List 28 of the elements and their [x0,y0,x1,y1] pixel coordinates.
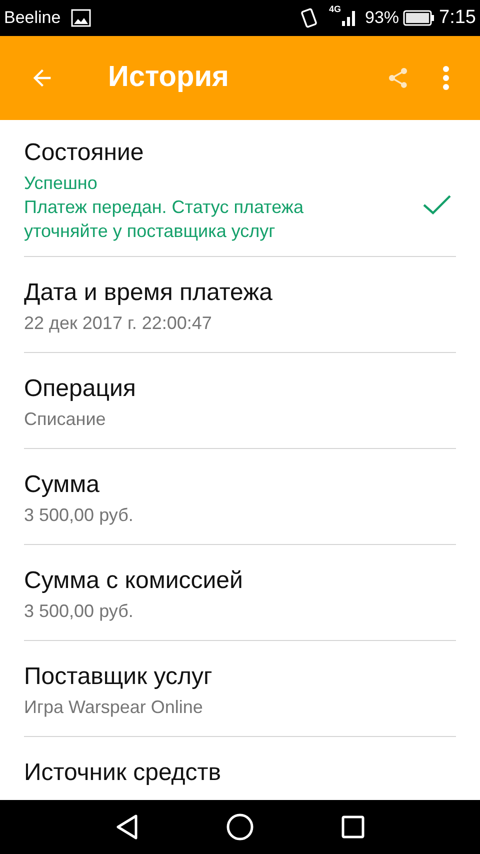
more-icon [442,65,450,91]
carrier-name: Beeline [4,7,61,30]
detail-label: Дата и время платежа [24,278,274,308]
circle-icon [226,813,254,841]
detail-value: Игра Warspear Online [24,696,204,719]
detail-value: 3 500,00 руб. [24,600,134,623]
detail-label: Источник средств [24,758,222,788]
detail-label: Состояние [24,138,145,168]
triangle-icon [114,814,139,840]
status-value: Успешно [24,172,98,195]
share-icon [386,66,410,90]
screen-title: История [108,60,230,96]
detail-label: Поставщик услуг [24,662,214,692]
image-icon [70,9,91,27]
battery-percent: 93% [364,7,400,30]
detail-label: Операция [24,374,137,404]
vibrate-icon [298,7,319,29]
network-type: 4G [328,5,341,14]
detail-value: Списание [24,408,107,431]
battery-icon [403,9,436,27]
signal-icon [340,9,357,27]
clock-time: 7:15 [439,6,476,30]
detail-label: Сумма [24,470,100,500]
status-note: Платеж передан. Статус платежа уточняйте у поставщика услуг [24,196,304,243]
detail-value: 3 500,00 руб. [24,504,134,527]
detail-value: 22 дек 2017 г. 22:00:47 [24,312,213,335]
square-icon [341,815,366,839]
detail-label: Сумма с комиссией [24,566,244,596]
